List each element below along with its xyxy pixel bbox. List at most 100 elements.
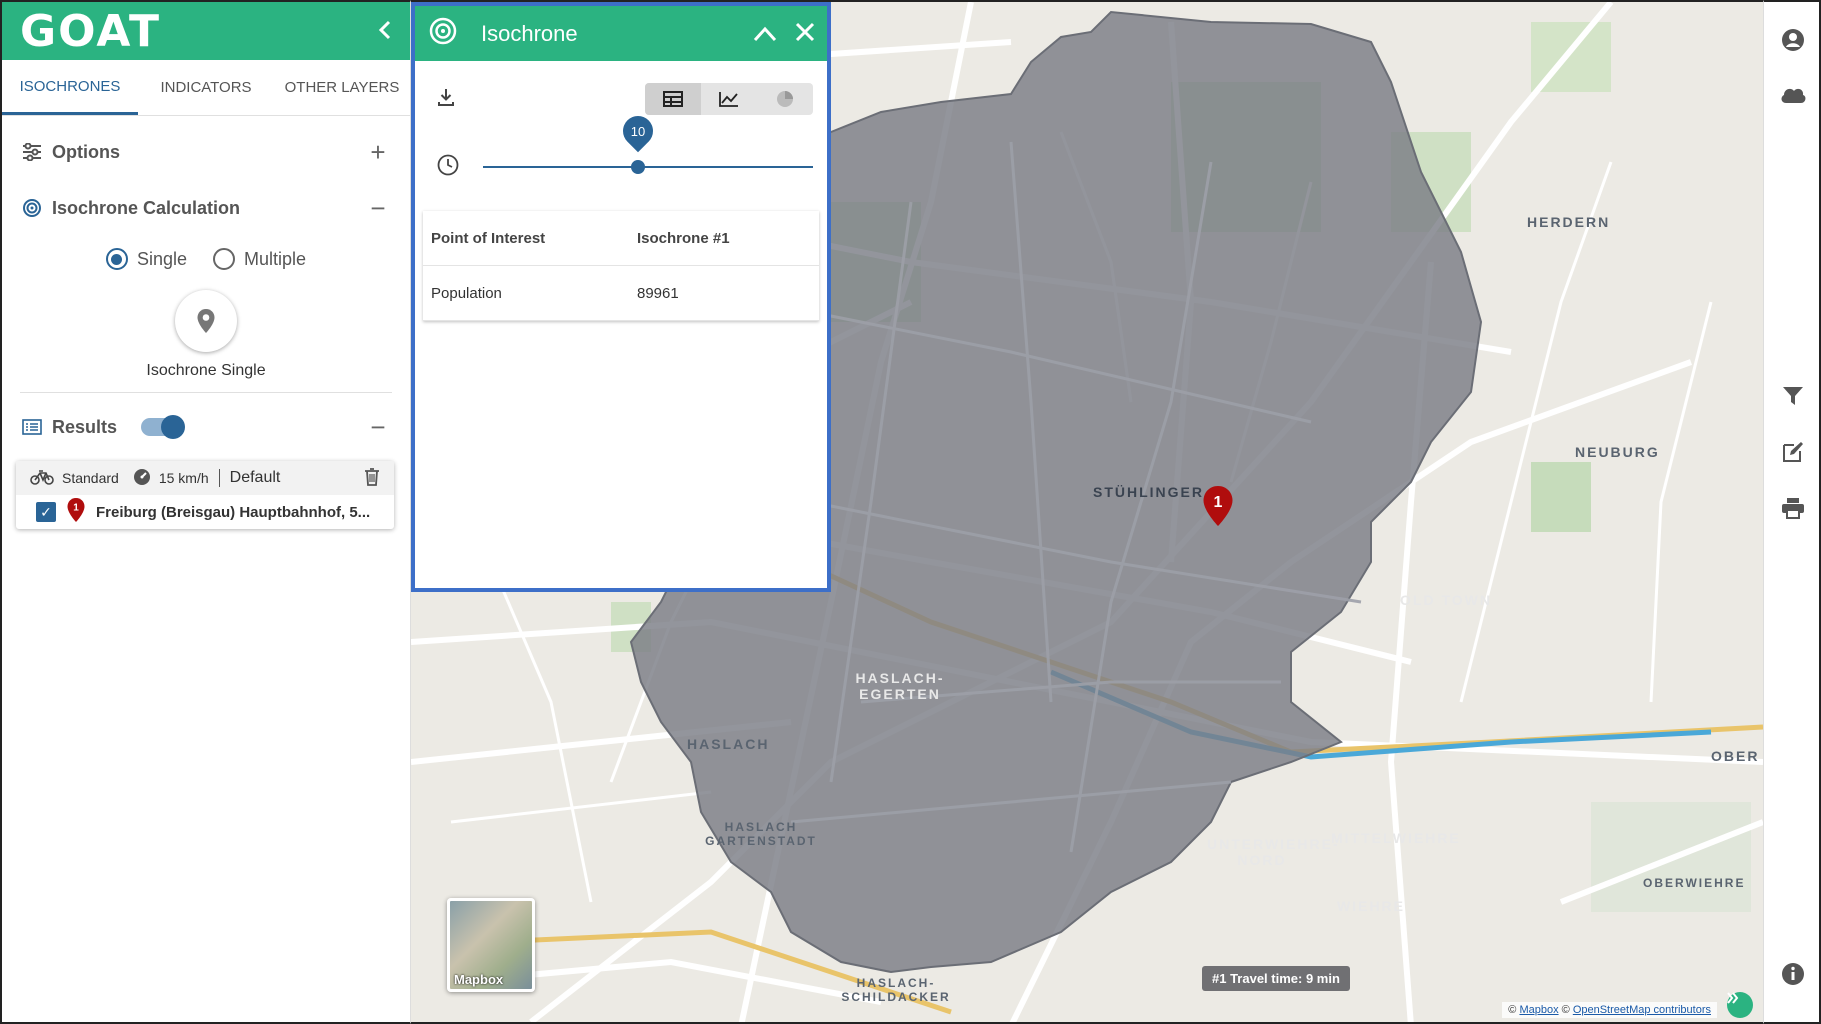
print-button[interactable]: [1779, 494, 1807, 522]
line-chart-icon: [719, 92, 738, 107]
table-cell: Population: [431, 284, 502, 302]
map-label-mittelwiehre: MITTELWIEHRE: [1331, 830, 1461, 846]
table-icon: [663, 91, 683, 107]
map-label-haslach-schildacker: HASLACH-SCHILDACKER: [841, 976, 951, 1004]
account-icon: [1782, 29, 1804, 51]
picker-label: Isochrone Single: [146, 362, 266, 379]
bicycle-icon: [30, 469, 54, 488]
trash-icon: [365, 467, 379, 486]
clock-icon: [437, 154, 459, 181]
info-button[interactable]: [1779, 960, 1807, 988]
expand-options-button[interactable]: +: [366, 137, 390, 168]
table-view-button[interactable]: [645, 83, 701, 115]
pick-point-button[interactable]: [175, 290, 237, 352]
radio-indicator: [105, 248, 128, 270]
expand-attribution-button[interactable]: [1727, 992, 1753, 1018]
tab-indicators[interactable]: INDICATORS: [138, 60, 274, 115]
isochrone-toolbar: [415, 61, 827, 123]
map-label-unterwiehre-nord: UNTERWIEHRE-NORD: [1207, 836, 1340, 868]
results-visibility-toggle[interactable]: [141, 415, 186, 439]
collapse-sidebar-button[interactable]: [378, 16, 392, 47]
copyright-symbol: ©: [1561, 1004, 1570, 1016]
table-header-row: Point of Interest Isochrone #1: [423, 211, 819, 266]
result-mode: Standard: [62, 470, 119, 486]
result-checkbox[interactable]: ✓: [36, 502, 56, 522]
account-button[interactable]: [1779, 26, 1807, 54]
calculation-title: Isochrone Calculation: [52, 197, 241, 218]
double-chevron-right-icon: [1727, 992, 1739, 1004]
calculation-section[interactable]: Isochrone Calculation −: [2, 180, 410, 236]
basemap-switcher[interactable]: Mapbox: [447, 898, 535, 992]
download-button[interactable]: [437, 88, 455, 111]
radio-single[interactable]: Single: [105, 248, 187, 270]
travel-time-label: #1 Travel time: 9 min: [1202, 966, 1350, 991]
tab-isochrones[interactable]: ISOCHRONES: [2, 60, 138, 115]
print-icon: [1782, 498, 1804, 519]
tab-bar: ISOCHRONES INDICATORS OTHER LAYERS: [2, 60, 410, 116]
map-label-herdern: HERDERN: [1527, 214, 1611, 230]
travel-time-slider[interactable]: 10: [483, 109, 813, 174]
tab-other-layers[interactable]: OTHER LAYERS: [274, 60, 410, 115]
svg-text:1: 1: [1214, 494, 1223, 511]
collapse-calculation-button[interactable]: −: [366, 193, 390, 224]
result-point-row: ✓ 1 Freiburg (Breisgau) Hauptbahnhof, 5.…: [16, 495, 394, 529]
pie-view-button[interactable]: [757, 83, 813, 115]
result-header: Standard 15 km/h Default: [16, 461, 394, 495]
divider: [218, 469, 220, 487]
map-label-haslach-egerten: HASLACH-EGERTEN: [855, 670, 945, 702]
table-cell: 89961: [637, 284, 679, 302]
target-icon: [22, 198, 42, 218]
download-icon: [438, 88, 454, 106]
map-marker-icon: 1: [1203, 486, 1233, 526]
map-label-haslach: HASLACH: [687, 736, 770, 752]
results-title: Results: [52, 416, 118, 437]
isochrone-panel-title: Isochrone: [481, 20, 578, 46]
chevron-up-icon: [753, 26, 777, 42]
delete-result-button[interactable]: [364, 467, 380, 489]
list-icon: [22, 417, 42, 437]
radio-single-label: Single: [136, 248, 187, 269]
radio-multiple[interactable]: Multiple: [213, 248, 306, 270]
map-label-ober: OBER: [1711, 748, 1760, 764]
options-section[interactable]: Options +: [2, 124, 410, 180]
isochrone-result-table: Point of Interest Isochrone #1 Populatio…: [423, 211, 819, 321]
travel-time-slider-row: 10: [415, 109, 827, 211]
mapbox-link[interactable]: Mapbox: [1519, 1004, 1558, 1016]
slider-handle[interactable]: [631, 160, 645, 174]
chart-view-button[interactable]: [701, 83, 757, 115]
result-speed: 15 km/h: [158, 470, 209, 486]
close-panel-button[interactable]: [795, 18, 815, 49]
sidebar: GOAT ISOCHRONES INDICATORS OTHER LAYERS …: [0, 0, 411, 1024]
map-pin-icon: [197, 309, 215, 333]
osm-link[interactable]: OpenStreetMap contributors: [1573, 1004, 1711, 1016]
map-label-neuburg: NEUBURG: [1575, 444, 1660, 460]
view-toggle-group: [645, 83, 813, 115]
result-point-name: Freiburg (Breisgau) Hauptbahnhof, 5...: [96, 503, 371, 521]
basemap-label: Mapbox: [454, 972, 504, 987]
isochrone-point-picker: Isochrone Single: [20, 290, 392, 393]
radio-multiple-label: Multiple: [244, 248, 307, 269]
filter-icon: [1783, 387, 1803, 405]
cloud-icon: [1781, 88, 1806, 103]
isochrone-panel-header: Isochrone: [415, 6, 827, 61]
pie-chart-icon: [777, 91, 793, 107]
edit-button[interactable]: [1779, 438, 1807, 466]
result-profile: Default: [229, 469, 281, 486]
table-header-cell: Isochrone #1: [637, 229, 730, 247]
map-label-wiehre: WIEHRE: [1337, 898, 1405, 914]
speedometer-icon: [133, 468, 151, 489]
sliders-icon: [22, 142, 42, 162]
table-header-cell: Point of Interest: [431, 229, 546, 247]
result-card: Standard 15 km/h Default ✓ 1 Freiburg (B…: [16, 461, 394, 529]
minimize-panel-button[interactable]: [753, 18, 777, 49]
cloud-button[interactable]: [1779, 80, 1807, 108]
chevron-left-icon: [378, 20, 391, 39]
result-marker-icon: 1: [66, 497, 86, 527]
brand-bar: GOAT: [2, 2, 410, 60]
table-row: Population 89961: [423, 266, 819, 321]
collapse-results-button[interactable]: −: [366, 412, 390, 443]
filter-button[interactable]: [1779, 382, 1807, 410]
options-title: Options: [52, 141, 120, 162]
map-label-old-town: OLD TOWN: [1400, 592, 1492, 608]
copyright-symbol: ©: [1508, 1004, 1517, 1016]
